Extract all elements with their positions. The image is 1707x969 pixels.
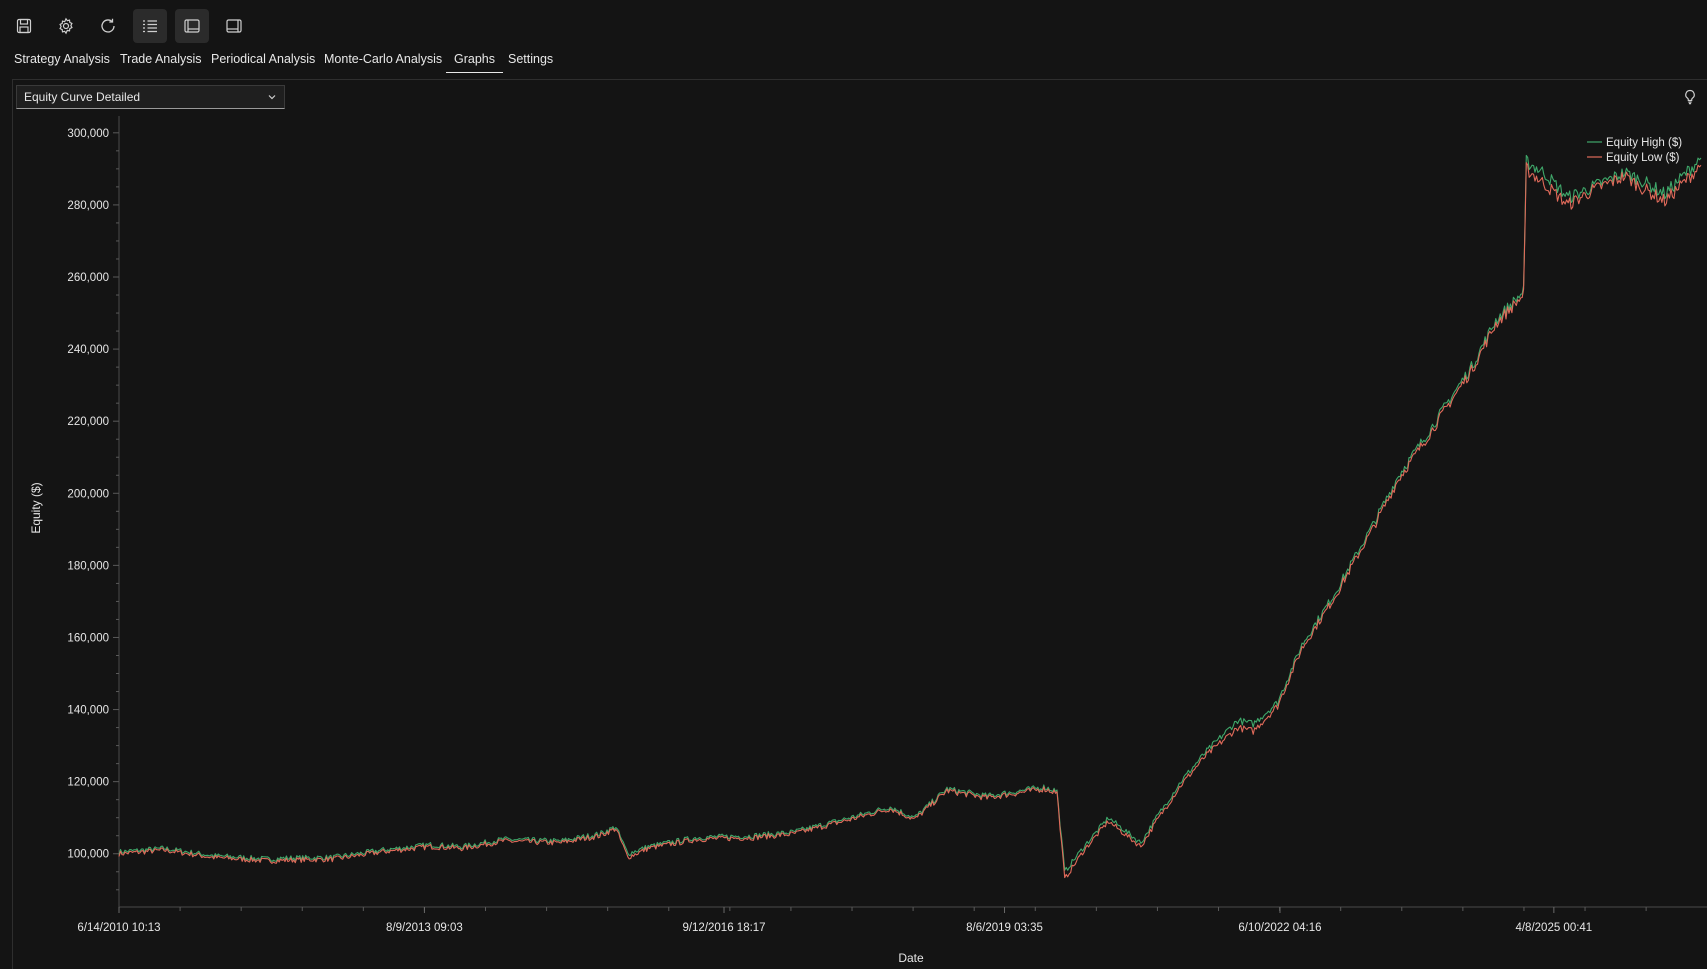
y-tick-label: 180,000 (67, 560, 109, 572)
y-axis-label: Equity ($) (29, 482, 43, 533)
y-tick-label: 100,000 (67, 849, 109, 861)
y-tick-label: 200,000 (67, 488, 109, 500)
series-line-equity-high (118, 154, 1702, 871)
save-button[interactable] (7, 9, 41, 43)
chevron-down-icon (268, 95, 276, 100)
x-axis-label: Date (898, 951, 924, 965)
x-tick-label: 6/10/2022 04:16 (1238, 922, 1321, 934)
tab-trade-analysis[interactable]: Trade Analysis (120, 50, 202, 72)
graph-type-select[interactable]: Equity Curve Detailed (16, 85, 285, 109)
y-tick-label: 120,000 (67, 777, 109, 789)
settings-button[interactable] (49, 9, 83, 43)
tab-monte-carlo-analysis[interactable]: Monte-Carlo Analysis (324, 50, 442, 72)
refresh-button[interactable] (91, 9, 125, 43)
list-view-button[interactable] (133, 9, 167, 43)
toolbar (0, 0, 1707, 52)
legend: Equity High ($) Equity Low ($) (1587, 137, 1682, 164)
y-tick-label: 280,000 (67, 200, 109, 212)
list-icon (143, 20, 157, 33)
equity-chart: 100,000 120,000 140,000 160,000 180,000 200,0… (29, 116, 1707, 965)
y-axis: 100,000 120,000 140,000 160,000 180,000 200,0… (67, 116, 120, 907)
x-tick-label: 8/6/2019 03:35 (966, 922, 1043, 934)
panel-left-icon (184, 19, 200, 33)
x-tick-label: 4/8/2025 00:41 (1515, 922, 1592, 934)
left-panel-button[interactable] (175, 9, 209, 43)
y-tick-label: 300,000 (67, 128, 109, 140)
tab-graphs[interactable]: Graphs (446, 50, 503, 73)
tab-periodical-analysis[interactable]: Periodical Analysis (211, 50, 315, 72)
save-icon (16, 18, 32, 34)
x-axis: 6/14/2010 10:13 8/9/2013 09:03 9/12/2016 1… (77, 906, 1707, 934)
y-tick-label: 260,000 (67, 272, 109, 284)
x-tick-label: 8/9/2013 09:03 (386, 922, 463, 934)
tab-bar: Strategy Analysis Trade Analysis Periodi… (0, 50, 1707, 76)
series-line-equity-low (118, 162, 1702, 879)
tab-strategy-analysis[interactable]: Strategy Analysis (14, 50, 110, 72)
y-tick-label: 140,000 (67, 705, 109, 717)
x-tick-label: 9/12/2016 18:17 (682, 922, 765, 934)
refresh-icon (101, 18, 115, 33)
tab-settings[interactable]: Settings (508, 50, 553, 72)
legend-label-equity-high: Equity High ($) (1606, 137, 1682, 149)
x-tick-label: 6/14/2010 10:13 (77, 922, 160, 934)
gear-icon (59, 17, 73, 35)
right-panel-button[interactable] (217, 9, 251, 43)
y-tick-label: 220,000 (67, 416, 109, 428)
legend-label-equity-low: Equity Low ($) (1606, 152, 1680, 164)
y-tick-label: 240,000 (67, 344, 109, 356)
lightbulb-icon[interactable] (1683, 89, 1697, 105)
panel-right-icon (226, 19, 242, 33)
plot-area (118, 154, 1702, 879)
y-tick-label: 160,000 (67, 632, 109, 644)
graph-type-select-value: Equity Curve Detailed (24, 90, 141, 104)
